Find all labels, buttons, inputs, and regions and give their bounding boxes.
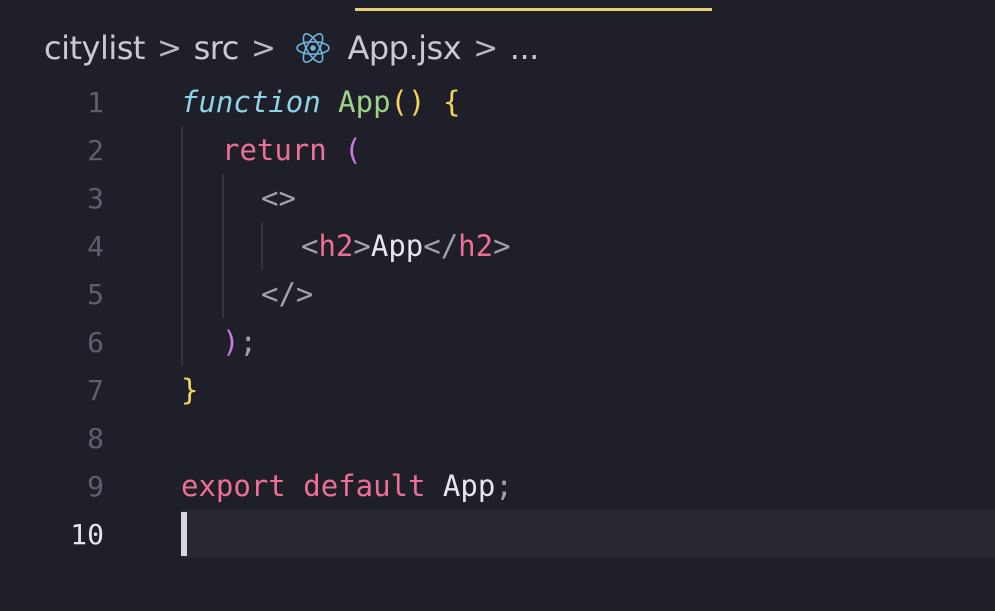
code-line[interactable]: 2 return (	[0, 126, 995, 174]
line-number: 8	[87, 421, 104, 455]
text-cursor	[181, 512, 187, 556]
breadcrumb-item-citylist[interactable]: citylist	[44, 29, 145, 67]
line-number: 10	[70, 517, 104, 551]
chevron-right-icon: >	[156, 30, 182, 66]
keyword-export: export	[181, 469, 286, 503]
tag-name: h2	[458, 229, 494, 263]
close-paren: )	[408, 85, 426, 119]
line-number: 7	[87, 373, 104, 407]
code-line[interactable]: 4 <h2>App</h2>	[0, 222, 995, 270]
close-paren: )	[222, 325, 240, 359]
fragment-open: <>	[261, 181, 296, 215]
code-line[interactable]: 9 export default App;	[0, 462, 995, 510]
code-line[interactable]: 3 <>	[0, 174, 995, 222]
line-number: 3	[87, 181, 104, 215]
jsx-text: App	[370, 229, 424, 263]
line-number: 2	[87, 133, 104, 167]
chevron-right-icon: >	[473, 30, 498, 66]
line-number: 6	[87, 325, 104, 359]
keyword-return: return	[222, 133, 327, 167]
code-line[interactable]: 7 }	[0, 366, 995, 414]
tag-name: h2	[318, 229, 354, 263]
identifier: App	[442, 469, 496, 503]
active-tab-indicator	[355, 8, 712, 11]
code-editor[interactable]: citylist > src > App.jsx > ... 1 functio…	[0, 0, 995, 611]
line-number: 4	[87, 229, 104, 263]
breadcrumb-item-symbols[interactable]: ...	[510, 29, 540, 67]
chevron-right-icon: >	[250, 30, 276, 66]
close-brace: }	[181, 373, 199, 407]
open-brace: {	[442, 85, 461, 119]
code-line[interactable]: 8	[0, 414, 995, 462]
breadcrumb-item-file[interactable]: App.jsx	[347, 29, 461, 67]
code-line-active[interactable]: 10	[0, 510, 995, 558]
code-line[interactable]: 6 );	[0, 318, 995, 366]
open-paren: (	[344, 133, 362, 167]
function-name: App	[338, 85, 391, 119]
line-number: 9	[87, 469, 104, 503]
code-line[interactable]: 5 </>	[0, 270, 995, 318]
fragment-close: </>	[261, 277, 314, 311]
line-number: 5	[87, 277, 104, 311]
react-icon	[293, 28, 333, 68]
keyword-function: function	[181, 85, 321, 119]
keyword-default: default	[303, 469, 426, 503]
line-number: 1	[87, 85, 104, 119]
open-paren: (	[390, 85, 409, 119]
breadcrumb: citylist > src > App.jsx > ...	[44, 24, 539, 72]
breadcrumb-item-src[interactable]: src	[194, 29, 240, 67]
code-line[interactable]: 1 function App() {	[0, 78, 995, 126]
